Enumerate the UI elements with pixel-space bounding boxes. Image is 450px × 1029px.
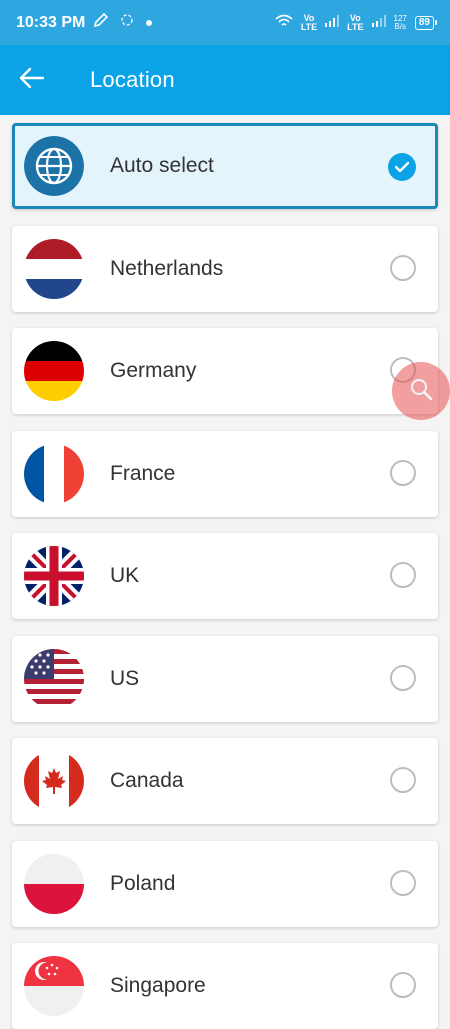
location-label: Germany <box>110 359 197 382</box>
canada-flag-icon <box>24 751 84 811</box>
search-icon <box>408 376 434 407</box>
radio-button[interactable] <box>390 870 416 896</box>
selected-check-icon[interactable] <box>388 153 416 181</box>
location-item-us[interactable]: US <box>12 636 438 722</box>
radio-button[interactable] <box>390 562 416 588</box>
location-label: Canada <box>110 769 184 792</box>
location-item-france[interactable]: France <box>12 431 438 517</box>
radio-button[interactable] <box>390 255 416 281</box>
signal-icon-1 <box>325 15 340 30</box>
us-flag-icon <box>24 649 84 709</box>
germany-flag-icon <box>24 341 84 401</box>
signal-icon-2 <box>371 15 386 30</box>
wifi-icon <box>275 14 293 31</box>
location-item-singapore[interactable]: Singapore <box>12 943 438 1029</box>
location-label: France <box>110 462 176 485</box>
location-label: Auto select <box>110 154 214 177</box>
radio-button[interactable] <box>390 460 416 486</box>
arrow-left-icon <box>19 67 45 94</box>
battery-indicator: 89 <box>414 15 438 30</box>
app-bar: Location <box>0 45 450 115</box>
location-item-canada[interactable]: Canada <box>12 738 438 824</box>
radio-button[interactable] <box>390 767 416 793</box>
network-1-tech: LTE <box>300 21 318 32</box>
netherlands-flag-icon <box>24 239 84 299</box>
uk-flag-icon <box>24 546 84 606</box>
network-2-tech: LTE <box>347 21 364 32</box>
location-label: US <box>110 667 140 690</box>
location-item-uk[interactable]: UK <box>12 533 438 619</box>
france-flag-icon <box>24 444 84 504</box>
location-label: UK <box>110 564 140 587</box>
radio-button[interactable] <box>390 665 416 691</box>
network-label-2: Vo LTE <box>347 13 364 32</box>
globe-icon <box>24 136 84 196</box>
location-item-poland[interactable]: Poland <box>12 841 438 927</box>
network-speed: 127 B/s <box>394 14 407 31</box>
location-label: Singapore <box>110 974 206 997</box>
notification-dot-icon <box>145 14 153 32</box>
location-label: Poland <box>110 872 176 895</box>
singapore-flag-icon <box>24 956 84 1016</box>
sync-icon <box>119 12 135 33</box>
location-item-netherlands[interactable]: Netherlands <box>12 226 438 312</box>
location-item-auto-select[interactable]: Auto select <box>12 123 438 209</box>
status-bar: 10:33 PM Vo LTE Vo LTE 127 B/s 89 <box>0 0 450 45</box>
radio-button[interactable] <box>390 972 416 998</box>
poland-flag-icon <box>24 854 84 914</box>
status-time: 10:33 PM <box>16 13 86 31</box>
magnifier-button[interactable] <box>392 362 450 420</box>
location-label: Netherlands <box>110 257 224 280</box>
pencil-icon <box>93 12 109 33</box>
location-item-germany[interactable]: Germany <box>12 328 438 414</box>
network-label-1: Vo LTE <box>300 13 318 32</box>
page-title: Location <box>90 67 175 92</box>
network-speed-unit: B/s <box>394 21 406 31</box>
back-button[interactable] <box>0 45 64 115</box>
